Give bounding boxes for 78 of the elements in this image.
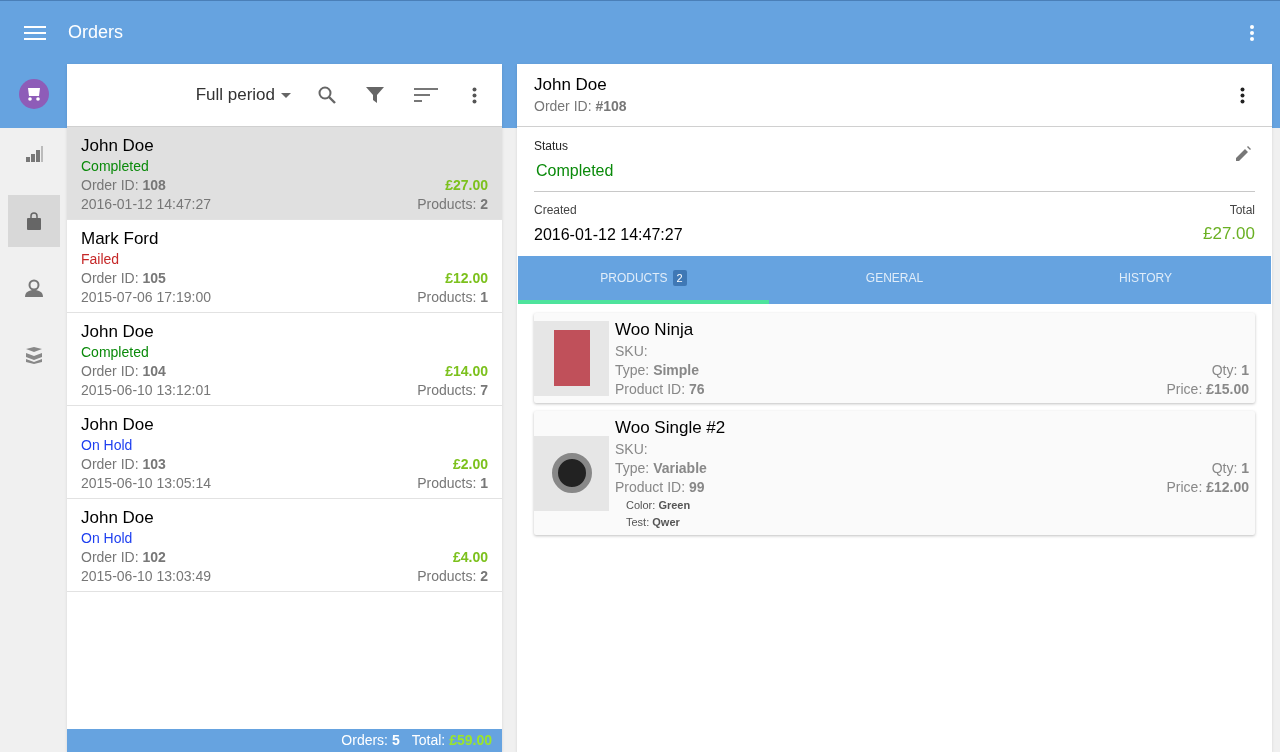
filter-icon[interactable]	[366, 86, 384, 104]
product-id: Product ID: 99	[615, 478, 705, 497]
customer-name: John Doe	[81, 507, 155, 529]
quantity: Qty: 1	[1211, 459, 1249, 478]
product-name: Woo Ninja	[615, 319, 695, 341]
products-count: Products: 2	[417, 195, 488, 214]
bag-icon	[24, 212, 43, 230]
customer-name: John Doe	[534, 73, 608, 96]
products-count: Products: 1	[417, 474, 488, 493]
order-id: Order ID: 105	[81, 269, 166, 288]
price: Price: £15.00	[1166, 380, 1249, 399]
customer-name: Mark Ford	[81, 228, 160, 250]
product-attribute: Color: Green	[626, 498, 692, 513]
created-label: Created	[534, 202, 578, 219]
more-icon[interactable]	[472, 86, 477, 104]
order-status: Completed	[81, 343, 150, 362]
caret-icon	[281, 92, 291, 98]
order-row[interactable]: John Doe On Hold Order ID: 103 £2.00 2015-06-10 13:05:14 Products: 1	[67, 406, 502, 499]
products-count: Products: 1	[417, 288, 488, 307]
edit-icon[interactable]	[1236, 146, 1251, 161]
order-status: On Hold	[81, 436, 134, 455]
order-total: £2.00	[452, 455, 488, 474]
order-date: 2015-06-10 13:12:01	[81, 381, 211, 400]
quantity: Qty: 1	[1211, 361, 1249, 380]
order-id: Order ID: 102	[81, 548, 166, 567]
menu-icon[interactable]	[24, 24, 46, 41]
status-value: Completed	[536, 161, 614, 181]
product-attribute: Test: Qwer	[626, 515, 681, 530]
order-total: £27.00	[445, 176, 488, 195]
person-icon	[24, 279, 43, 297]
sort-icon[interactable]	[414, 87, 438, 103]
order-total: £14.00	[445, 362, 488, 381]
order-status: On Hold	[81, 529, 134, 548]
total-amount: £27.00	[1203, 223, 1255, 245]
total-label: Total	[1229, 202, 1255, 219]
period-dropdown[interactable]: Full period	[195, 82, 291, 108]
boxes-icon	[24, 346, 43, 364]
order-date: 2015-07-06 17:19:00	[81, 288, 211, 307]
orders-count: Orders: 5	[341, 731, 400, 750]
order-date: 2015-06-10 13:05:14	[81, 474, 211, 493]
order-date: 2015-06-10 13:03:49	[81, 567, 211, 586]
status-label: Status	[534, 138, 570, 155]
order-id: Order ID: 108	[81, 176, 166, 195]
tab[interactable]: PRODUCTS 2	[518, 256, 769, 304]
order-date: 2016-01-12 14:47:27	[81, 195, 211, 214]
customer-name: John Doe	[81, 135, 155, 157]
sku-label: SKU:	[615, 440, 649, 459]
order-row[interactable]: John Doe Completed Order ID: 104 £14.00 2015-06-10 13:12:01 Products: 7	[67, 313, 502, 406]
count-badge: 2	[672, 269, 687, 287]
more-icon[interactable]	[1240, 86, 1245, 104]
products-count: Products: 7	[417, 381, 488, 400]
total-label: Total:	[411, 731, 446, 750]
order-status: Failed	[81, 250, 121, 269]
product-name: Woo Single #2	[615, 417, 727, 439]
customer-name: John Doe	[81, 321, 155, 343]
products-count: Products: 2	[417, 567, 488, 586]
product-type: Type: Variable	[615, 459, 707, 478]
chart-icon	[24, 145, 43, 163]
logo-icon[interactable]	[18, 79, 49, 109]
customer-name: John Doe	[81, 414, 155, 436]
order-status: Completed	[81, 157, 150, 176]
order-total: £4.00	[452, 548, 488, 567]
created-date: 2016-01-12 14:47:27	[534, 225, 683, 245]
order-row[interactable]: John Doe Completed Order ID: 108 £27.00 2016-01-12 14:47:27 Products: 2	[67, 127, 502, 220]
order-id: Order ID: #108	[534, 96, 627, 116]
order-id: Order ID: 104	[81, 362, 166, 381]
product-id: Product ID: 76	[615, 380, 705, 399]
nav-item[interactable]	[7, 195, 60, 247]
price: Price: £12.00	[1166, 478, 1249, 497]
order-total: £12.00	[445, 269, 488, 288]
sku-label: SKU:	[615, 342, 649, 361]
order-row[interactable]: Mark Ford Failed Order ID: 105 £12.00 2015-07-06 17:19:00 Products: 1	[67, 220, 502, 313]
total-amount: £59.00	[449, 731, 492, 750]
search-icon[interactable]	[318, 86, 336, 104]
order-id: Order ID: 103	[81, 455, 166, 474]
app-title: Orders	[68, 21, 123, 44]
order-row[interactable]: John Doe On Hold Order ID: 102 £4.00 2015-06-10 13:03:49 Products: 2	[67, 499, 502, 592]
product-type: Type: Simple	[615, 361, 700, 380]
